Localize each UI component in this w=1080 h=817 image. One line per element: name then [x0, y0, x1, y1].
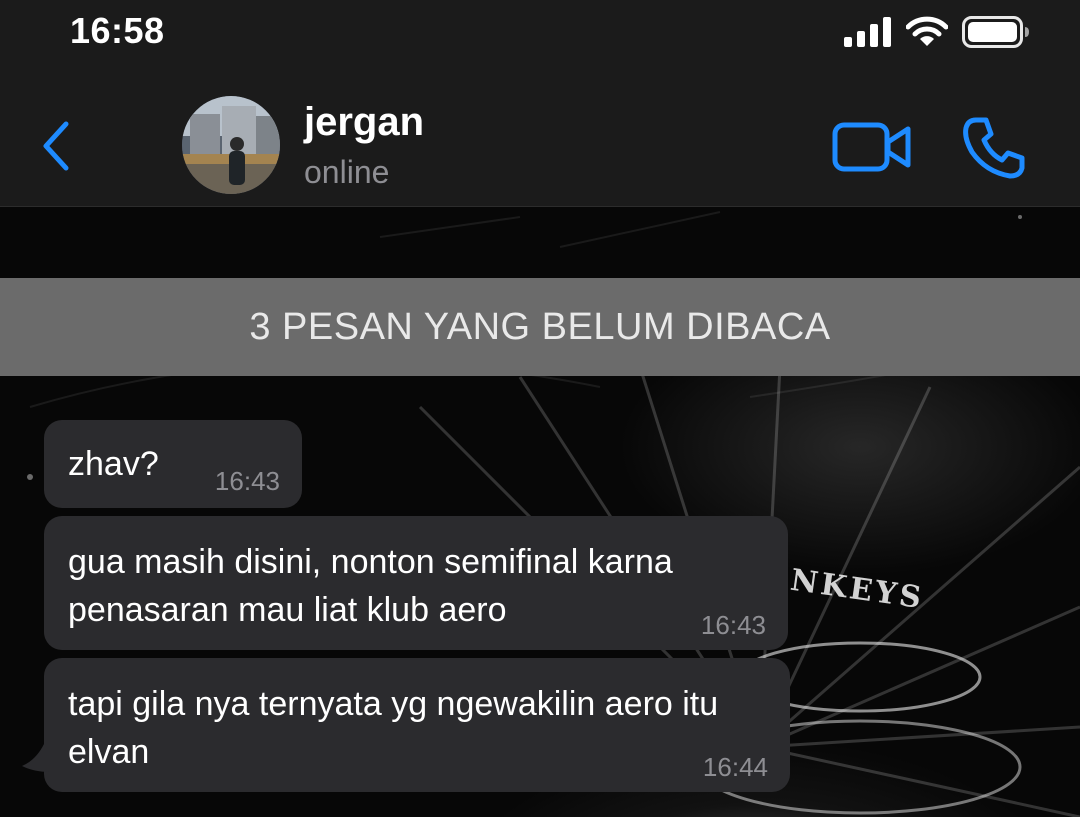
unread-messages-banner: 3 PESAN YANG BELUM DIBACA — [0, 278, 1080, 376]
video-call-icon[interactable] — [832, 120, 912, 174]
message-bubble[interactable]: gua masih disini, nonton semifinal karna… — [44, 516, 788, 650]
message-time: 16:43 — [214, 466, 280, 496]
message-text: zhav? — [68, 445, 159, 483]
status-icons — [844, 16, 1030, 48]
bubble-tail — [22, 744, 50, 772]
contact-name[interactable]: jergan — [304, 100, 424, 145]
message-time: 16:43 — [700, 610, 766, 640]
avatar[interactable] — [182, 96, 280, 194]
wifi-icon — [906, 16, 948, 46]
battery-icon — [962, 16, 1029, 48]
unread-banner-label: 3 PESAN YANG BELUM DIBACA — [249, 305, 831, 348]
status-bar: 16:58 — [0, 0, 1080, 66]
message-bubble[interactable]: tapi gila nya ternyata yg ngewakilin aer… — [44, 658, 790, 792]
chat-header: jergan online — [0, 66, 1080, 207]
chat-screen: NKEYS 16:58 jergan online 3 PESAN YANG B… — [0, 0, 1080, 817]
message-text: tapi gila nya ternyata yg ngewakilin aer… — [68, 685, 719, 771]
message-bubble[interactable]: zhav? 16:43 — [44, 420, 302, 508]
message-time: 16:44 — [702, 752, 768, 782]
message-text: gua masih disini, nonton semifinal karna… — [68, 543, 673, 629]
status-time: 16:58 — [70, 10, 165, 51]
phone-icon[interactable] — [962, 116, 1026, 180]
contact-status: online — [304, 154, 390, 190]
avatar-photo — [182, 96, 280, 194]
signal-icon — [844, 17, 891, 47]
chevron-left-icon[interactable] — [36, 116, 80, 176]
